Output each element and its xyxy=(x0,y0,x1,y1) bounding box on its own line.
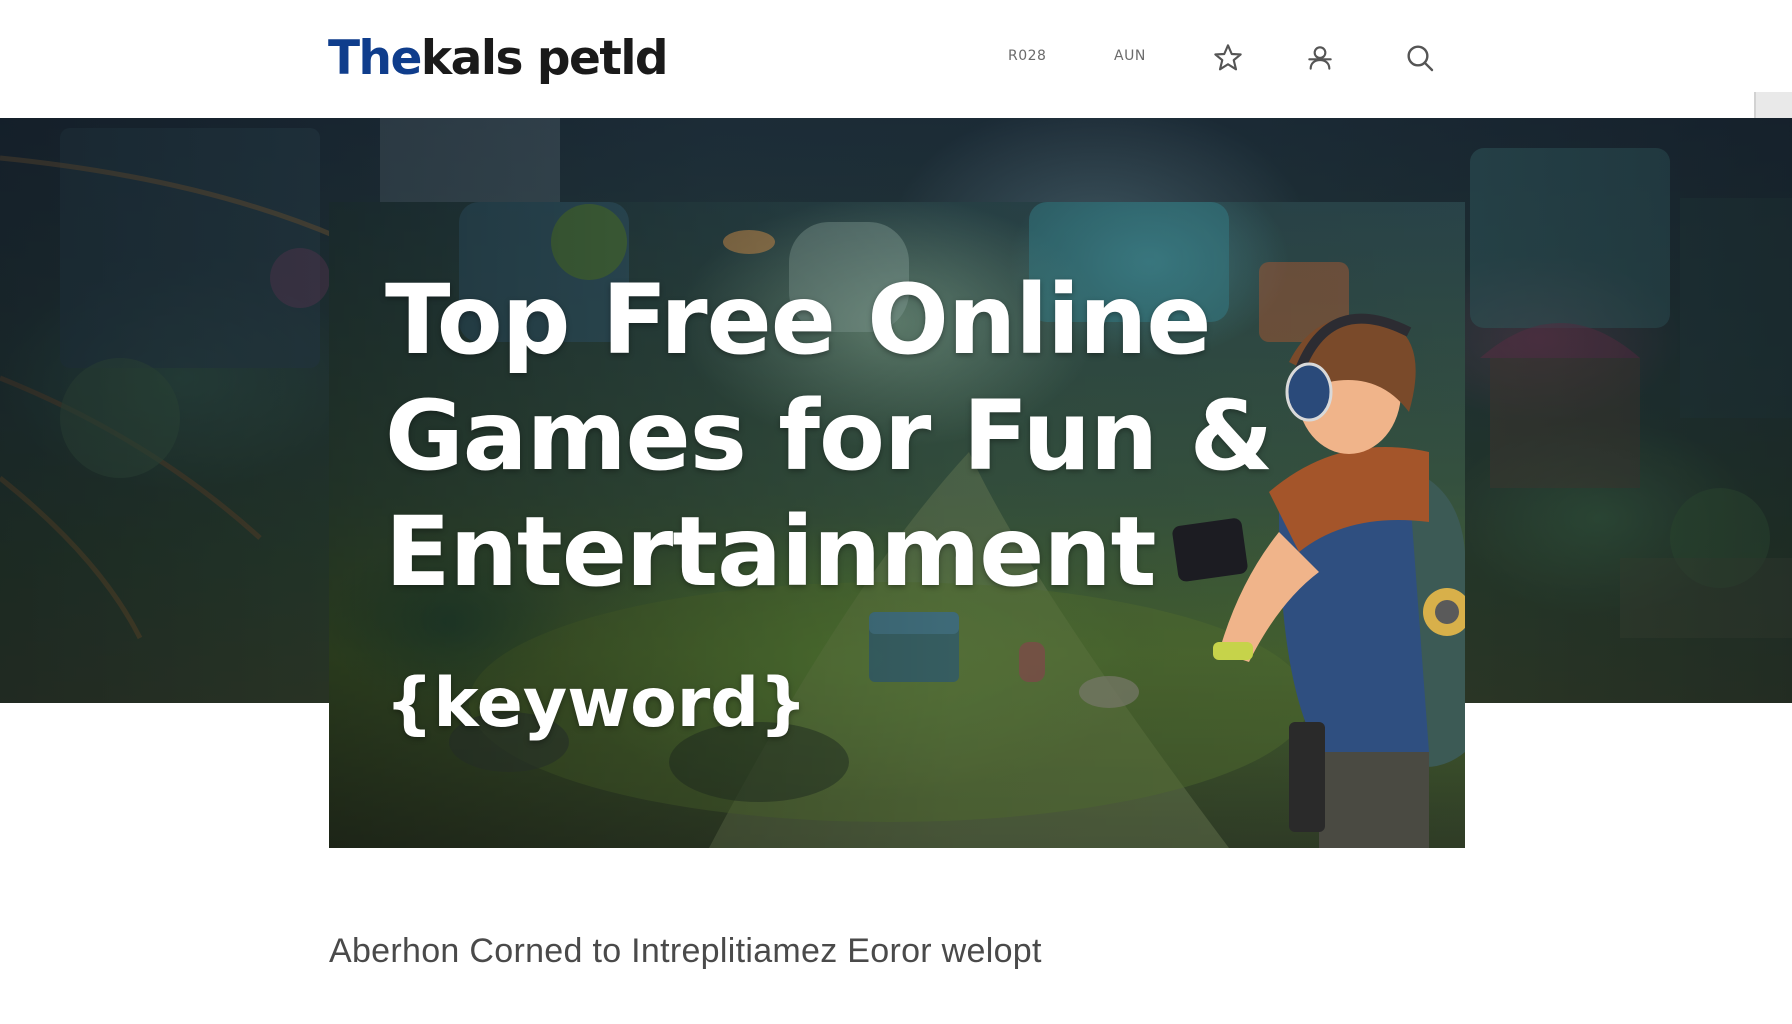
logo-text-secondary: kals petld xyxy=(420,31,669,86)
hero-card[interactable]: Top Free Online Games for Fun & Entertai… xyxy=(329,202,1465,848)
logo-text-primary: The xyxy=(328,31,422,86)
site-logo[interactable]: The kals petld xyxy=(328,24,669,94)
hero-title: Top Free Online Games for Fun & Entertai… xyxy=(385,264,1273,608)
star-icon[interactable] xyxy=(1210,40,1246,76)
site-header: The kals petld R028 AUN xyxy=(0,0,1792,118)
nav-link-2[interactable]: AUN xyxy=(1114,48,1146,64)
search-icon[interactable] xyxy=(1402,40,1438,76)
hero-keyword: {keyword} xyxy=(385,664,808,743)
nav-link-1[interactable]: R028 xyxy=(1008,48,1046,64)
profile-icon[interactable] xyxy=(1302,40,1338,76)
article-subtitle: Aberhon Corned to Intreplitiamez Eoror w… xyxy=(329,932,1042,970)
